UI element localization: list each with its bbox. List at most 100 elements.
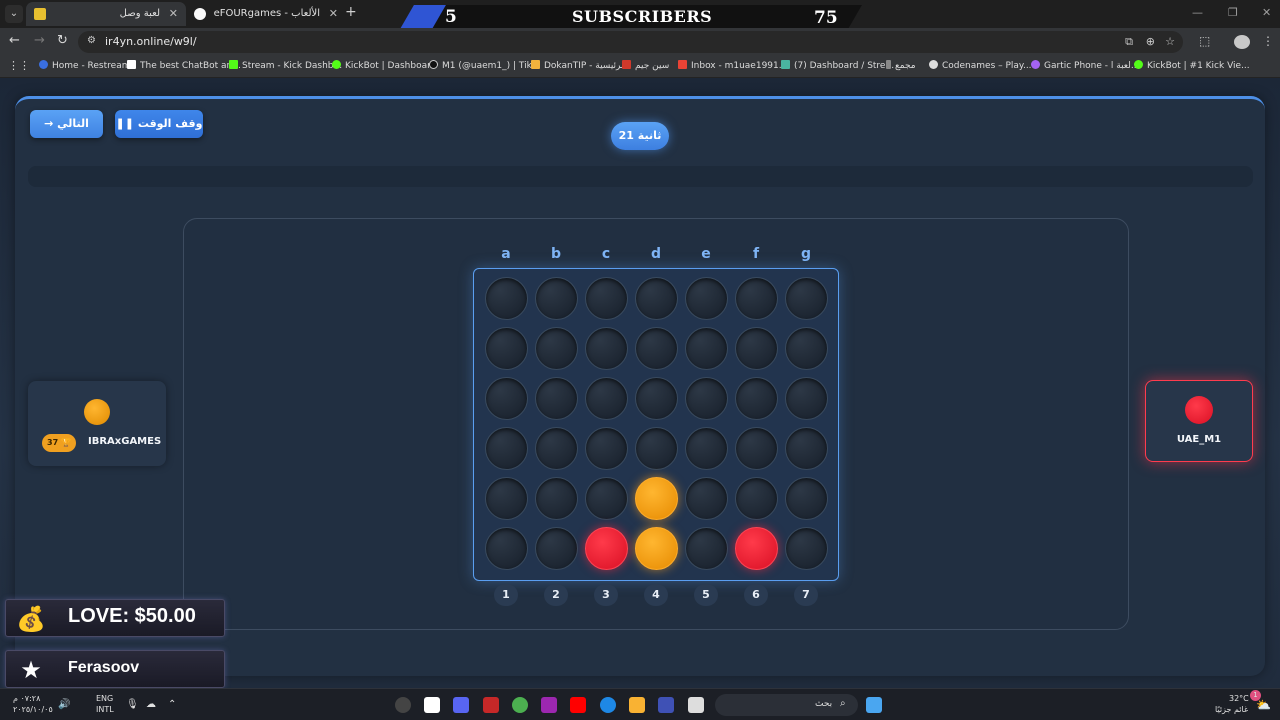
column-number-button[interactable]: 2 (544, 584, 568, 606)
empty-cell[interactable] (785, 277, 828, 320)
back-arrow-icon[interactable]: ← (9, 33, 20, 48)
start-windows-icon[interactable] (866, 697, 882, 713)
lang-layout[interactable]: INTL (96, 705, 114, 714)
empty-cell[interactable] (485, 527, 528, 570)
empty-cell[interactable] (735, 377, 778, 420)
empty-cell[interactable] (535, 477, 578, 520)
empty-cell[interactable] (735, 477, 778, 520)
empty-cell[interactable] (585, 377, 628, 420)
empty-cell[interactable] (585, 277, 628, 320)
empty-cell[interactable] (685, 427, 728, 470)
column-number-button[interactable]: 7 (794, 584, 818, 606)
tab-efourgames[interactable]: eFOURgames - الألعاب ✕ (186, 2, 346, 26)
empty-cell[interactable] (635, 327, 678, 370)
empty-cell[interactable] (535, 377, 578, 420)
empty-cell[interactable] (635, 377, 678, 420)
empty-cell[interactable] (785, 527, 828, 570)
lang-code[interactable]: ENG (96, 694, 113, 703)
edge-icon[interactable] (600, 697, 616, 713)
cloud-icon[interactable]: ☁ (146, 699, 156, 710)
microphone-icon[interactable]: 🎙 (126, 699, 139, 710)
bookmark-item[interactable]: KickBot | #1 Kick Vie... (1134, 60, 1250, 71)
empty-cell[interactable] (585, 327, 628, 370)
column-number-button[interactable]: 4 (644, 584, 668, 606)
site-info-icon[interactable]: ⚙ (87, 35, 96, 46)
notepad-icon[interactable] (688, 697, 704, 713)
window-close-icon[interactable]: ✕ (1262, 6, 1271, 19)
empty-cell[interactable] (485, 277, 528, 320)
volume-icon[interactable]: 🔊 (58, 699, 70, 710)
minimize-icon[interactable]: — (1192, 6, 1203, 19)
bookmark-item[interactable]: KickBot | Dashboard (332, 60, 436, 71)
empty-cell[interactable] (485, 327, 528, 370)
weather-text[interactable]: غائم جزئيًا (1215, 705, 1248, 714)
empty-cell[interactable] (685, 327, 728, 370)
bookmark-item[interactable]: مجمع (886, 60, 916, 71)
empty-cell[interactable] (735, 427, 778, 470)
taskbar-search[interactable]: بحث ⌕ (715, 694, 858, 716)
empty-cell[interactable] (735, 327, 778, 370)
empty-cell[interactable] (685, 477, 728, 520)
empty-cell[interactable] (585, 427, 628, 470)
file-explorer-icon[interactable] (629, 697, 645, 713)
red-disc[interactable] (735, 527, 778, 570)
chrome-icon[interactable] (512, 697, 528, 713)
empty-cell[interactable] (485, 427, 528, 470)
yellow-disc[interactable] (635, 527, 678, 570)
bookmark-item[interactable]: Codenames – Play... (929, 60, 1032, 71)
yellow-disc[interactable] (635, 477, 678, 520)
red-disc[interactable] (585, 527, 628, 570)
empty-cell[interactable] (535, 527, 578, 570)
empty-cell[interactable] (485, 477, 528, 520)
tab-game[interactable]: لعبة وصل ✕ (26, 2, 186, 26)
empty-cell[interactable] (585, 477, 628, 520)
pause-timer-button[interactable]: ❚❚ وقف الوقت (115, 110, 203, 138)
tab-search-dropdown[interactable]: ⌄ (5, 5, 23, 23)
column-number-button[interactable]: 6 (744, 584, 768, 606)
next-button[interactable]: → التالي (30, 110, 103, 138)
close-icon[interactable]: ✕ (329, 2, 338, 26)
bookmark-item[interactable]: Inbox - m1uae1991... (678, 60, 787, 71)
bookmark-item[interactable]: (7) Dashboard / Stre... (781, 60, 894, 71)
empty-cell[interactable] (535, 327, 578, 370)
profile-avatar[interactable] (1234, 35, 1250, 49)
bookmark-item[interactable]: M1 (@uaem1_) | Tik... (429, 60, 540, 71)
column-number-button[interactable]: 1 (494, 584, 518, 606)
bookmark-item[interactable]: Home - Restream (39, 60, 130, 71)
empty-cell[interactable] (785, 477, 828, 520)
clock-date[interactable]: ٢٠٢٥/١٠/٠٥ (13, 705, 53, 714)
empty-cell[interactable] (785, 377, 828, 420)
empty-cell[interactable] (535, 427, 578, 470)
chevron-up-icon[interactable]: ⌃ (168, 699, 176, 710)
temperature[interactable]: 32°C (1229, 694, 1249, 703)
empty-cell[interactable] (685, 277, 728, 320)
translate-icon[interactable]: ⧉ (1125, 35, 1133, 49)
discord-icon[interactable] (453, 697, 469, 713)
store-icon[interactable] (658, 697, 674, 713)
apps-grid-icon[interactable]: ⋮⋮ (8, 59, 30, 72)
bookmark-item[interactable]: DokanTIP - الرئيسية (531, 60, 626, 71)
column-number-button[interactable]: 3 (594, 584, 618, 606)
bookmark-item[interactable]: Stream - Kick Dashb... (229, 60, 342, 71)
empty-cell[interactable] (735, 277, 778, 320)
streamer-app-icon[interactable] (483, 697, 499, 713)
empty-cell[interactable] (635, 277, 678, 320)
weather-icon[interactable]: ⛅ (1256, 698, 1271, 712)
bookmark-star-icon[interactable]: ☆ (1165, 35, 1175, 48)
close-icon[interactable]: ✕ (169, 2, 178, 26)
youtube-icon[interactable] (570, 697, 586, 713)
empty-cell[interactable] (635, 427, 678, 470)
empty-cell[interactable] (785, 427, 828, 470)
empty-cell[interactable] (485, 377, 528, 420)
copilot-icon[interactable] (541, 697, 557, 713)
empty-cell[interactable] (535, 277, 578, 320)
zoom-icon[interactable]: ⊕ (1146, 35, 1155, 48)
empty-cell[interactable] (785, 327, 828, 370)
obs-icon[interactable] (395, 697, 411, 713)
capcut-icon[interactable] (424, 697, 440, 713)
bookmark-item[interactable]: Gartic Phone - لعبة ا... (1031, 60, 1139, 71)
game-board[interactable] (473, 268, 839, 581)
maximize-icon[interactable]: ❐ (1228, 6, 1238, 19)
extensions-icon[interactable]: ⬚ (1199, 34, 1210, 48)
empty-cell[interactable] (685, 377, 728, 420)
